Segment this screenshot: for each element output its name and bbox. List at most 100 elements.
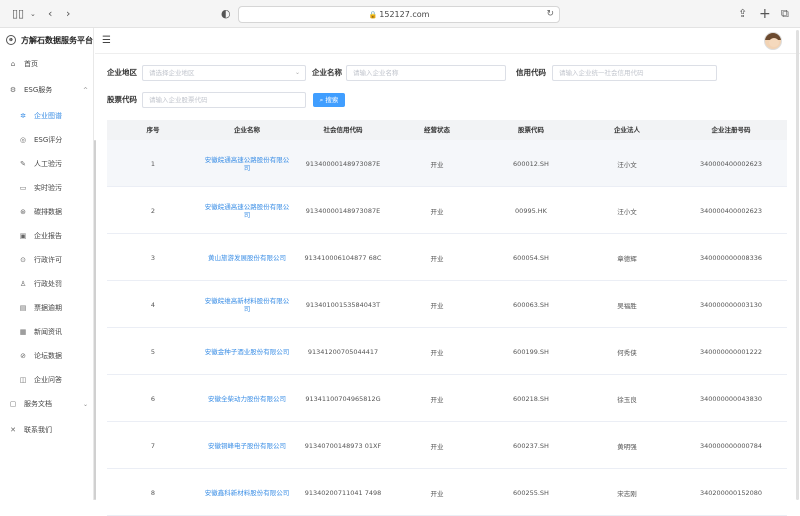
cell-credit: 91341200705044417: [307, 347, 379, 356]
cell-credit: 91340000148973087E: [305, 206, 381, 215]
cell-index: 3: [150, 253, 156, 262]
privacy-icon[interactable]: ◐: [221, 0, 231, 28]
cell-status: 开业: [430, 207, 444, 216]
cell-stock: 600237.SH: [513, 441, 549, 450]
stock-label: 股票代码: [107, 95, 137, 104]
cell-company[interactable]: 安徽全柴动力股份有限公司: [199, 375, 295, 422]
cell-legal: 章德辉: [617, 254, 637, 263]
search-button[interactable]: ⌕ 搜索: [313, 93, 345, 107]
sidebar-item-graph[interactable]: ✲ 企业图谱: [0, 108, 94, 124]
report-icon: ▣: [19, 232, 27, 240]
cell-status: 开业: [430, 442, 444, 451]
new-tab-icon[interactable]: +: [759, 0, 771, 28]
sidebar-item-contact[interactable]: ✕ 联系我们: [0, 422, 94, 438]
name-label: 企业名称: [312, 68, 342, 77]
esg-icon: ⚙: [9, 86, 17, 94]
cell-status: 开业: [430, 254, 444, 263]
cell-legal: 何秀侠: [617, 348, 637, 357]
sidebar-item-realtime[interactable]: ▭ 实时验污: [0, 180, 94, 196]
sidebar-item-carbon[interactable]: ⊛ 碳排数据: [0, 204, 94, 220]
table-row[interactable]: 6 安徽全柴动力股份有限公司 91341100704965812G 开业 600218.…: [107, 375, 787, 422]
sidebar-item-score[interactable]: ◎ ESG评分: [0, 132, 94, 148]
avatar[interactable]: [764, 32, 782, 50]
col-stock: 股票代码: [518, 126, 544, 134]
cell-index: 4: [150, 300, 156, 309]
table-row[interactable]: 5 安徽金种子酒业股份有限公司 91341200705044417 开业 600199.…: [107, 328, 787, 375]
company-name-input[interactable]: 请输入企业名称: [346, 65, 506, 81]
table-row[interactable]: 7 安徽铜峰电子股份有限公司 91340700148973 01XF 开业 600237…: [107, 422, 787, 469]
col-company: 企业名称: [234, 126, 260, 134]
home-icon: ⌂: [10, 60, 16, 68]
cell-regno: 340000000003130: [699, 300, 763, 309]
cell-status: 开业: [430, 160, 444, 169]
cell-company[interactable]: 黄山旅游发展股份有限公司: [199, 234, 295, 281]
cell-regno: 340000000043830: [699, 394, 763, 403]
chevron-down-icon[interactable]: ⌄: [30, 0, 36, 28]
stock-code-input[interactable]: 请输入企业股票代码: [142, 92, 306, 108]
credit-label: 信用代码: [516, 68, 546, 77]
penalty-icon: ♙: [19, 280, 27, 288]
sidebar-item-bill[interactable]: ▤ 票据逾期: [0, 300, 94, 316]
cell-regno: 340000400002623: [699, 206, 763, 215]
col-index: 序号: [146, 126, 160, 134]
credit-code-input[interactable]: 请输入企业统一社会信用代码: [552, 65, 717, 81]
sidebar-item-penalty[interactable]: ♙ 行政处罚: [0, 276, 94, 292]
region-select[interactable]: 请选择企业地区 ⌄: [142, 65, 306, 81]
cell-index: 2: [150, 206, 156, 215]
cell-credit: 91340100153584043T: [305, 300, 381, 309]
cell-company[interactable]: 安徽皖通高速公路股份有限公司: [199, 140, 295, 187]
cell-status: 开业: [430, 301, 444, 310]
cell-stock: 600255.SH: [513, 488, 549, 497]
brand-title: 方解石数据服务平台: [21, 35, 93, 45]
sidebar-item-forum[interactable]: ⊘ 论坛数据: [0, 348, 94, 364]
browser-toolbar: ▯▯ ⌄ ‹ › ◐ 🔒 152127.com ↻ ⇪ + ⧉: [0, 0, 800, 28]
menu-toggle-icon[interactable]: ☰: [102, 35, 111, 46]
cell-legal: 黄明强: [617, 442, 637, 451]
back-icon[interactable]: ‹: [48, 0, 52, 28]
page-scrollbar[interactable]: [796, 30, 799, 500]
top-bar: ☰: [95, 28, 800, 54]
forward-icon[interactable]: ›: [66, 0, 70, 28]
sidebar-item-manual[interactable]: ✎ 人工验污: [0, 156, 94, 172]
reload-icon[interactable]: ↻: [546, 7, 554, 22]
sidebar: ⊕ 方解石数据服务平台 ⌂ 首页 ⚙ ESG服务 ^ ✲ 企业图谱 ◎ ESG评分 ✎ 人工…: [0, 28, 94, 500]
sidebar-item-qa[interactable]: ◫ 企业问答: [0, 372, 94, 388]
cell-index: 1: [150, 159, 156, 168]
sidebar-item-permit[interactable]: ⊙ 行政许可: [0, 252, 94, 268]
cell-company[interactable]: 安徽鑫科新材料股份有限公司: [199, 469, 295, 516]
cell-credit: 91340000148973087E: [305, 159, 381, 168]
chevron-down-icon: ⌄: [82, 400, 88, 408]
inspect-icon: ✎: [20, 160, 26, 168]
cell-company[interactable]: 安徽铜峰电子股份有限公司: [199, 422, 295, 469]
main-content: ☰ 企业地区 请选择企业地区 ⌄ 企业名称 请输入企业名称 信用代码 请输入企业…: [95, 28, 800, 516]
cell-company[interactable]: 安徽皖通高速公路股份有限公司: [199, 187, 295, 234]
table-row[interactable]: 4 安徽皖维高新材料股份有限公司 91340100153584043T 开业 60006…: [107, 281, 787, 328]
col-status: 经营状态: [424, 126, 450, 134]
cell-company[interactable]: 安徽金种子酒业股份有限公司: [199, 328, 295, 375]
cell-legal: 宋志刚: [617, 489, 637, 498]
cell-status: 开业: [430, 348, 444, 357]
sidebar-item-news[interactable]: ▦ 新闻资讯: [0, 324, 94, 340]
graph-icon: ✲: [20, 112, 26, 120]
cell-stock: 600218.SH: [513, 394, 549, 403]
tabs-overview-icon[interactable]: ⧉: [781, 0, 789, 28]
lock-icon: 🔒: [368, 11, 378, 19]
table-row[interactable]: 2 安徽皖通高速公路股份有限公司 91340000148973087E 开业 00995…: [107, 187, 787, 234]
sidebar-item-home[interactable]: ⌂ 首页: [0, 56, 94, 72]
cell-company[interactable]: 安徽皖维高新材料股份有限公司: [199, 281, 295, 328]
cell-legal: 汪小文: [617, 207, 637, 216]
sidebar-item-report[interactable]: ▣ 企业报告: [0, 228, 94, 244]
sidebar-toggle-icon[interactable]: ▯▯: [12, 0, 24, 28]
address-bar[interactable]: 🔒 152127.com ↻: [238, 6, 560, 23]
logo-icon: ⊕: [6, 35, 16, 45]
table-row[interactable]: 8 安徽鑫科新材料股份有限公司 91340200711041 7498 开业 60025…: [107, 469, 787, 516]
sidebar-item-esg[interactable]: ⚙ ESG服务 ^: [0, 82, 94, 98]
cell-regno: 340000000008336: [699, 253, 763, 262]
sidebar-item-docs[interactable]: ▢ 服务文档 ⌄: [0, 396, 94, 412]
cell-status: 开业: [430, 395, 444, 404]
table-row[interactable]: 1 安徽皖通高速公路股份有限公司 91340000148973087E 开业 60001…: [107, 140, 787, 187]
table-row[interactable]: 3 黄山旅游发展股份有限公司 913410006104877 68C 开业 600054…: [107, 234, 787, 281]
cell-stock: 600199.SH: [513, 347, 549, 356]
cell-status: 开业: [430, 489, 444, 498]
share-icon[interactable]: ⇪: [738, 0, 747, 28]
